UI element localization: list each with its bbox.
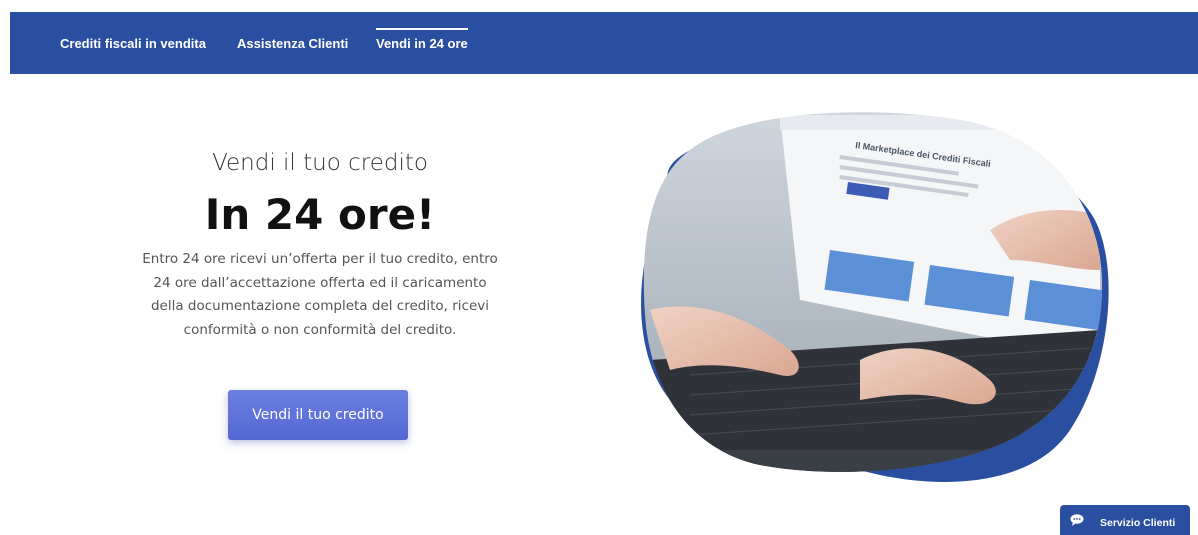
hero-description: Entro 24 ore ricevi un’offerta per il tu…: [142, 251, 498, 338]
chat-bubble-icon: [1070, 514, 1084, 526]
nav-assistenza-clienti[interactable]: Assistenza Clienti: [237, 36, 348, 51]
nav-crediti-fiscali[interactable]: Crediti fiscali in vendita: [60, 36, 206, 51]
sell-credit-button[interactable]: Vendi il tuo credito: [228, 390, 408, 440]
main-navbar: Crediti fiscali in vendita Assistenza Cl…: [10, 12, 1198, 74]
hero-illustration: Il Marketplace dei Crediti Fiscali: [641, 112, 1109, 482]
top-strip: [0, 0, 1198, 12]
chat-label: Servizio Clienti: [1100, 517, 1176, 529]
nav-vendi-24-ore[interactable]: Vendi in 24 ore: [376, 28, 468, 51]
hero-title: In 24 ore!: [204, 190, 436, 239]
hero-subtitle: Vendi il tuo credito: [212, 150, 428, 176]
